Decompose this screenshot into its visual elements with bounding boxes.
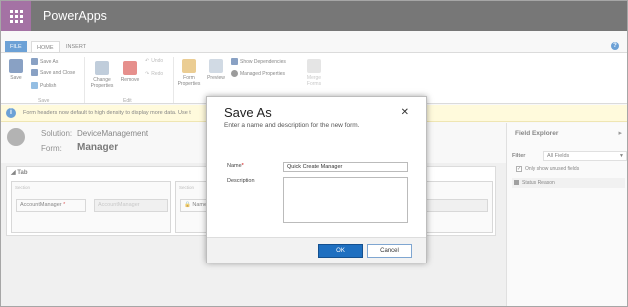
- cancel-button[interactable]: Cancel: [367, 244, 412, 258]
- ok-button[interactable]: OK: [318, 244, 363, 258]
- app-window: PowerApps FILE HOME INSERT ? Save Save A…: [0, 0, 628, 307]
- description-input[interactable]: [283, 177, 408, 223]
- description-label: Description: [227, 178, 255, 184]
- dialog-title: Save As: [224, 105, 272, 120]
- name-input[interactable]: Quick Create Manager: [283, 162, 408, 172]
- name-label: Name*: [227, 163, 244, 169]
- save-as-dialog: Save As Enter a name and description for…: [206, 96, 427, 263]
- dialog-footer: OK Cancel: [207, 237, 426, 263]
- dialog-subtitle: Enter a name and description for the new…: [224, 122, 360, 129]
- close-icon[interactable]: ✕: [401, 107, 409, 118]
